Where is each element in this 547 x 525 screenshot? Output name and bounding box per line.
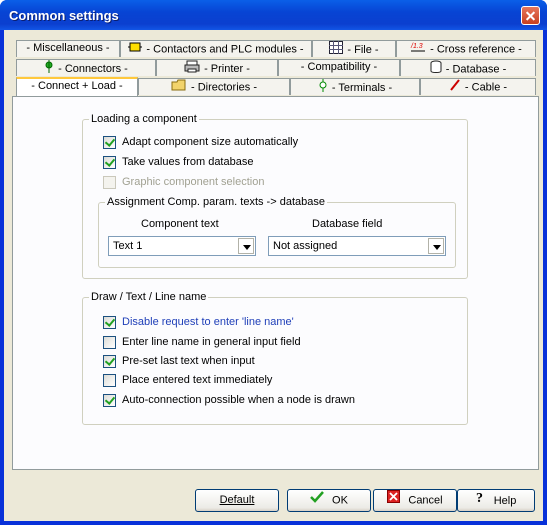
- tab-file[interactable]: - File -: [312, 40, 396, 57]
- button-label: OK: [332, 494, 348, 507]
- tab-directories[interactable]: - Directories -: [138, 78, 290, 95]
- disable-line-name-checkbox[interactable]: Disable request to enter 'line name': [103, 316, 294, 330]
- cable-icon: [449, 79, 461, 96]
- checkbox-label: Pre-set last text when input: [122, 355, 255, 367]
- help-button[interactable]: ? Help: [457, 489, 535, 512]
- tab-label: - File -: [347, 43, 379, 56]
- button-label: Default: [219, 494, 255, 506]
- button-label: Help: [493, 494, 517, 507]
- checkbox-label: Adapt component size automatically: [122, 136, 299, 148]
- group-title: Draw / Text / Line name: [89, 291, 209, 303]
- tab-cross-reference[interactable]: /1.3 - Cross reference -: [396, 40, 536, 57]
- checkbox-label: Take values from database: [122, 156, 254, 168]
- button-label: Cancel: [408, 494, 443, 507]
- combo-value: Text 1: [113, 240, 143, 252]
- tab-label: - Terminals -: [331, 81, 393, 94]
- folder-icon: [171, 79, 187, 96]
- auto-connection-checkbox[interactable]: Auto-connection possible when a node is …: [103, 394, 355, 408]
- graphic-selection-checkbox: Graphic component selection: [103, 176, 264, 190]
- tab-label: - Printer -: [204, 62, 250, 75]
- tab-label: - Connectors -: [58, 62, 128, 75]
- tab-label: - Connect + Load -: [31, 80, 123, 92]
- cancel-button[interactable]: Cancel: [373, 489, 457, 512]
- grid-file-icon: [329, 41, 344, 59]
- svg-text:/1.3: /1.3: [410, 43, 423, 50]
- tab-compatibility[interactable]: - Compatibility -: [278, 59, 400, 76]
- help-icon: ?: [476, 490, 486, 512]
- checkbox-box[interactable]: [103, 355, 116, 368]
- checkbox-box[interactable]: [103, 394, 116, 407]
- window-title: Common settings: [9, 8, 119, 23]
- tab-printer[interactable]: - Printer -: [156, 59, 278, 76]
- checkbox-box: [103, 176, 116, 189]
- checkbox-label: Place entered text immediately: [122, 374, 273, 386]
- ok-button[interactable]: OK: [287, 489, 371, 512]
- title-bar[interactable]: Common settings: [0, 0, 547, 30]
- tab-label: - Cable -: [464, 81, 508, 94]
- line-name-input-field-checkbox[interactable]: Enter line name in general input field: [103, 336, 301, 350]
- tab-connect-load[interactable]: - Connect + Load -: [16, 77, 138, 96]
- tab-page-connect-load: Loading a component Adapt component size…: [12, 96, 539, 470]
- tab-connectors[interactable]: - Connectors -: [16, 59, 156, 76]
- combo-value: Not assigned: [273, 240, 338, 252]
- checkbox-label: Auto-connection possible when a node is …: [122, 394, 355, 406]
- close-button[interactable]: [521, 6, 540, 25]
- svg-text:?: ?: [476, 491, 483, 504]
- tab-contactors-plc[interactable]: - Contactors and PLC modules -: [120, 40, 312, 57]
- chevron-down-icon[interactable]: [428, 238, 444, 254]
- tab-label: - Compatibility -: [300, 61, 378, 73]
- default-button[interactable]: Default: [195, 489, 279, 512]
- database-field-combo[interactable]: Not assigned: [268, 236, 446, 256]
- terminal-icon: [318, 79, 328, 97]
- checkbox-label: Enter line name in general input field: [122, 336, 301, 348]
- tab-label: - Miscellaneous -: [26, 42, 110, 54]
- checkbox-box[interactable]: [103, 316, 116, 329]
- loading-component-group: Loading a component Adapt component size…: [82, 113, 468, 279]
- chevron-down-icon[interactable]: [238, 238, 254, 254]
- printer-icon: [184, 60, 200, 78]
- check-icon: [310, 490, 324, 511]
- draw-text-group: Draw / Text / Line name Disable request …: [82, 291, 468, 425]
- assignment-group: Assignment Comp. param. texts -> databas…: [98, 196, 456, 268]
- group-title: Assignment Comp. param. texts -> databas…: [105, 196, 327, 208]
- checkbox-box[interactable]: [103, 156, 116, 169]
- component-text-label: Component text: [141, 218, 219, 230]
- tab-terminals[interactable]: - Terminals -: [290, 78, 420, 95]
- dialog-window: Common settings - Miscellaneous - - Cont…: [0, 0, 547, 525]
- cross-reference-icon: /1.3: [410, 41, 426, 58]
- checkbox-label: Graphic component selection: [122, 176, 265, 188]
- tab-label: - Directories -: [190, 81, 257, 94]
- take-values-checkbox[interactable]: Take values from database: [103, 156, 253, 170]
- component-text-combo[interactable]: Text 1: [108, 236, 256, 256]
- checkbox-box[interactable]: [103, 136, 116, 149]
- checkbox-label: Disable request to enter 'line name': [122, 316, 294, 328]
- tab-label: - Database -: [445, 63, 507, 76]
- group-title: Loading a component: [89, 113, 199, 125]
- tab-label: - Cross reference -: [430, 43, 522, 56]
- cancel-icon: [387, 490, 401, 511]
- tab-miscellaneous[interactable]: - Miscellaneous -: [16, 40, 120, 57]
- adapt-size-checkbox[interactable]: Adapt component size automatically: [103, 136, 298, 150]
- database-field-label: Database field: [312, 218, 383, 230]
- place-text-immediately-checkbox[interactable]: Place entered text immediately: [103, 374, 272, 388]
- preset-last-text-checkbox[interactable]: Pre-set last text when input: [103, 355, 255, 369]
- connector-icon: [44, 60, 54, 78]
- tab-cable[interactable]: - Cable -: [420, 78, 536, 95]
- checkbox-box[interactable]: [103, 336, 116, 349]
- database-icon: [430, 60, 442, 79]
- checkbox-box[interactable]: [103, 374, 116, 387]
- tab-database[interactable]: - Database -: [400, 59, 536, 76]
- dialog-client: - Miscellaneous - - Contactors and PLC m…: [4, 30, 543, 521]
- tab-label: - Contactors and PLC modules -: [146, 43, 304, 56]
- contactor-icon: [128, 41, 143, 58]
